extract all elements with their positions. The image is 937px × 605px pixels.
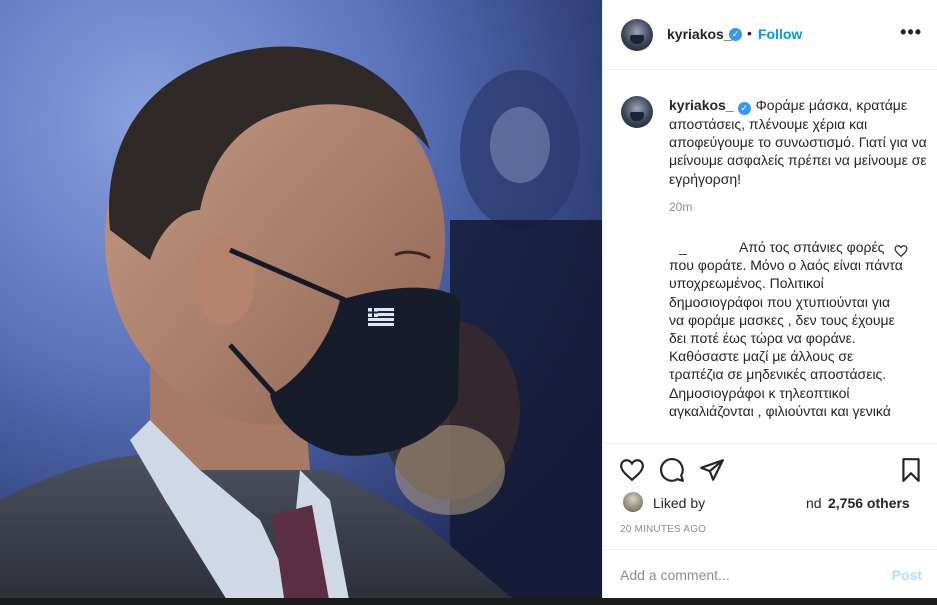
comment-like-heart-icon[interactable] bbox=[894, 244, 908, 258]
comment-input[interactable]: Add a comment... bbox=[620, 567, 730, 583]
post-actions: Liked by nd 2,756 others 20 MINUTES AGO bbox=[603, 443, 937, 543]
heart-icon[interactable] bbox=[619, 457, 645, 483]
post-header: kyriakos_ ✓ • Follow ••• bbox=[603, 0, 937, 70]
header-separator: • bbox=[747, 25, 752, 41]
add-comment-bar: Add a comment... Post bbox=[603, 549, 937, 598]
caption-avatar[interactable] bbox=[621, 96, 653, 128]
liked-by-label: Liked by bbox=[653, 495, 706, 511]
follow-button[interactable]: Follow bbox=[758, 26, 802, 42]
avatar[interactable] bbox=[621, 19, 653, 51]
post-photo[interactable] bbox=[0, 0, 602, 605]
likes-count-link[interactable]: 2,756 others bbox=[828, 495, 910, 511]
caption-verified-badge-icon: ✓ bbox=[737, 102, 751, 115]
comments-list[interactable]: kyriakos_ ✓ Φοράμε μάσκα, κρατάμε αποστάσε… bbox=[603, 71, 937, 443]
post-details-panel: kyriakos_ ✓ • Follow ••• kyriakos_ ✓ Φοράμ… bbox=[602, 0, 937, 598]
caption-text: kyriakos_ ✓ Φοράμε μάσκα, κρατάμε αποστάσε… bbox=[669, 96, 929, 188]
comment-icon[interactable] bbox=[659, 457, 685, 483]
caption-time: 20m bbox=[669, 200, 693, 214]
liked-by-avatar[interactable] bbox=[623, 492, 643, 512]
post-comment-button[interactable]: Post bbox=[892, 567, 922, 583]
liked-by-and: nd bbox=[806, 495, 822, 511]
more-options-icon[interactable]: ••• bbox=[900, 22, 922, 43]
post-photo-illustration bbox=[0, 0, 602, 605]
next-post-strip bbox=[0, 598, 937, 605]
header-username[interactable]: kyriakos_ bbox=[667, 26, 732, 42]
liked-by: Liked by nd 2,756 others bbox=[619, 492, 924, 512]
share-icon[interactable] bbox=[699, 457, 725, 483]
post-timestamp[interactable]: 20 MINUTES AGO bbox=[620, 524, 706, 535]
bookmark-icon[interactable] bbox=[898, 457, 924, 483]
comment-text: Από τος σπάνιες φορές που φοράτε. Μόνο ο… bbox=[669, 239, 903, 419]
verified-badge-icon: ✓ bbox=[729, 28, 742, 41]
caption-username[interactable]: kyriakos_ bbox=[669, 97, 734, 113]
